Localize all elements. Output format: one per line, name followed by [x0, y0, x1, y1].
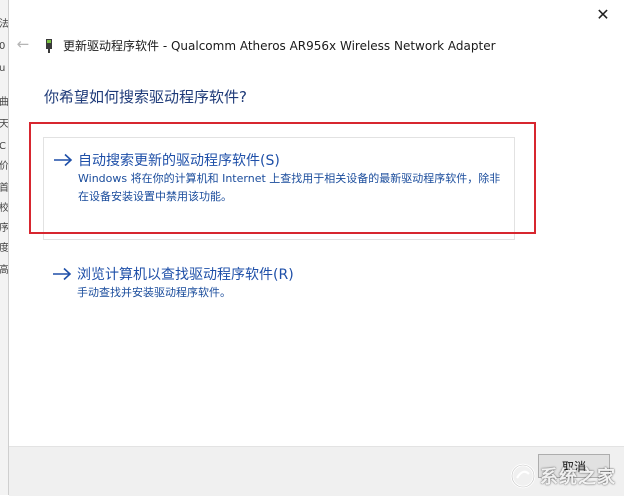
background-window-edge: 法 0 u 曲 天 C 价 首 校 序 度 高 [0, 0, 9, 495]
background-char: u [0, 64, 5, 74]
update-driver-dialog: ✕ ← 更新驱动程序软件 - Qualcomm Atheros AR956x W… [9, 0, 624, 496]
option-browse-computer[interactable]: 浏览计算机以查找驱动程序软件(R) 手动查找并安装驱动程序软件。 [43, 252, 515, 312]
option-browse-computer-description: 手动查找并安装驱动程序软件。 [77, 286, 231, 299]
close-button[interactable]: ✕ [588, 0, 618, 28]
background-char: 曲 [0, 97, 9, 108]
arrow-right-icon [51, 266, 73, 282]
background-char: 高 [0, 265, 9, 276]
option-auto-search[interactable]: 自动搜索更新的驱动程序软件(S) Windows 将在你的计算机和 Intern… [43, 137, 515, 240]
background-char: 0 [0, 42, 5, 52]
dialog-footer: 取消 [9, 446, 624, 496]
cancel-button[interactable]: 取消 [538, 454, 610, 478]
background-char: 天 [0, 119, 9, 130]
background-char: C [0, 142, 6, 152]
background-char: 度 [0, 243, 9, 254]
background-char: 价 [0, 161, 9, 172]
back-arrow-icon: ← [16, 35, 30, 53]
option-browse-computer-title: 浏览计算机以查找驱动程序软件(R) [77, 267, 294, 283]
dialog-title-bar: 更新驱动程序软件 - Qualcomm Atheros AR956x Wirel… [43, 36, 496, 54]
background-char: 法 [0, 19, 9, 30]
network-adapter-icon [43, 38, 55, 53]
back-button[interactable]: ← [13, 34, 33, 54]
dialog-title: 更新驱动程序软件 - Qualcomm Atheros AR956x Wirel… [63, 38, 496, 53]
option-auto-search-title: 自动搜索更新的驱动程序软件(S) [78, 153, 280, 169]
option-auto-search-description: Windows 将在你的计算机和 Internet 上查找用于相关设备的最新驱动… [78, 172, 501, 203]
background-char: 首 [0, 183, 9, 194]
arrow-right-icon [52, 152, 74, 168]
page-heading: 你希望如何搜索驱动程序软件? [44, 88, 247, 106]
background-char: 校 [0, 203, 9, 214]
background-char: 序 [0, 223, 9, 234]
close-icon: ✕ [596, 4, 610, 24]
